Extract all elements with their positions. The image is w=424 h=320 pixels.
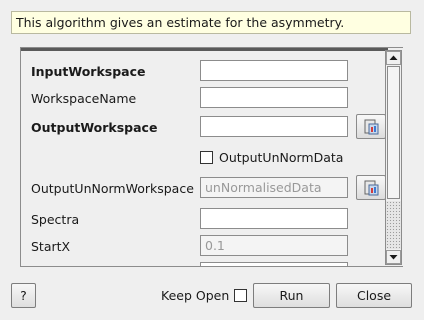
property-row-outputworkspace: OutputWorkspace: [21, 114, 387, 140]
panel-top-border: [21, 48, 388, 51]
property-label: OutputWorkspace: [31, 120, 158, 135]
property-label: WorkspaceName: [31, 91, 137, 106]
property-row-next: [21, 262, 387, 266]
property-row-outputunnormworkspace: OutputUnNormWorkspace unNormalisedData: [21, 175, 387, 201]
scrollbar-thumb[interactable]: [387, 66, 400, 199]
property-label: OutputUnNormWorkspace: [31, 181, 194, 196]
arrow-up-icon: [389, 55, 398, 60]
property-label: StartX: [31, 239, 71, 254]
run-button[interactable]: Run: [253, 283, 330, 308]
outputunnormworkspace-browse-button[interactable]: [356, 175, 386, 200]
outputworkspace-input[interactable]: [200, 116, 348, 137]
property-label: Spectra: [31, 212, 80, 227]
startx-input[interactable]: 0.1: [200, 235, 348, 256]
property-row-workspacename: WorkspaceName: [21, 87, 387, 111]
workspacename-input[interactable]: [200, 87, 348, 108]
keep-open-checkbox[interactable]: Keep Open: [161, 288, 248, 303]
vertical-scrollbar[interactable]: [385, 50, 402, 265]
properties-panel: InputWorkspace WorkspaceName OutputWorks…: [20, 47, 403, 267]
outputunnormworkspace-input[interactable]: unNormalisedData: [200, 177, 348, 198]
property-row-outputunnormdata: OutputUnNormData: [21, 148, 387, 172]
workspace-browse-icon: [364, 180, 379, 196]
keep-open-checkbox-box[interactable]: [234, 289, 248, 302]
arrow-down-icon: [389, 255, 398, 260]
workspace-browse-icon: [364, 119, 379, 135]
keep-open-label: Keep Open: [161, 288, 230, 303]
scroll-up-button[interactable]: [386, 51, 401, 65]
scrollbar-track[interactable]: [386, 201, 401, 249]
next-input[interactable]: [200, 262, 348, 266]
property-row-spectra: Spectra: [21, 208, 387, 232]
property-label: InputWorkspace: [31, 64, 146, 79]
outputunnormdata-checkbox[interactable]: OutputUnNormData: [200, 150, 343, 165]
close-button[interactable]: Close: [336, 283, 412, 308]
checkbox-label: OutputUnNormData: [219, 150, 344, 165]
algorithm-description: This algorithm gives an estimate for the…: [11, 11, 411, 34]
outputworkspace-browse-button[interactable]: [356, 114, 386, 139]
property-row-inputworkspace: InputWorkspace: [21, 60, 387, 84]
inputworkspace-input[interactable]: [200, 60, 348, 81]
scroll-down-button[interactable]: [386, 250, 401, 264]
property-row-startx: StartX 0.1: [21, 235, 387, 259]
spectra-input[interactable]: [200, 208, 348, 229]
checkbox-box[interactable]: [200, 151, 213, 164]
help-button[interactable]: ?: [11, 283, 36, 308]
